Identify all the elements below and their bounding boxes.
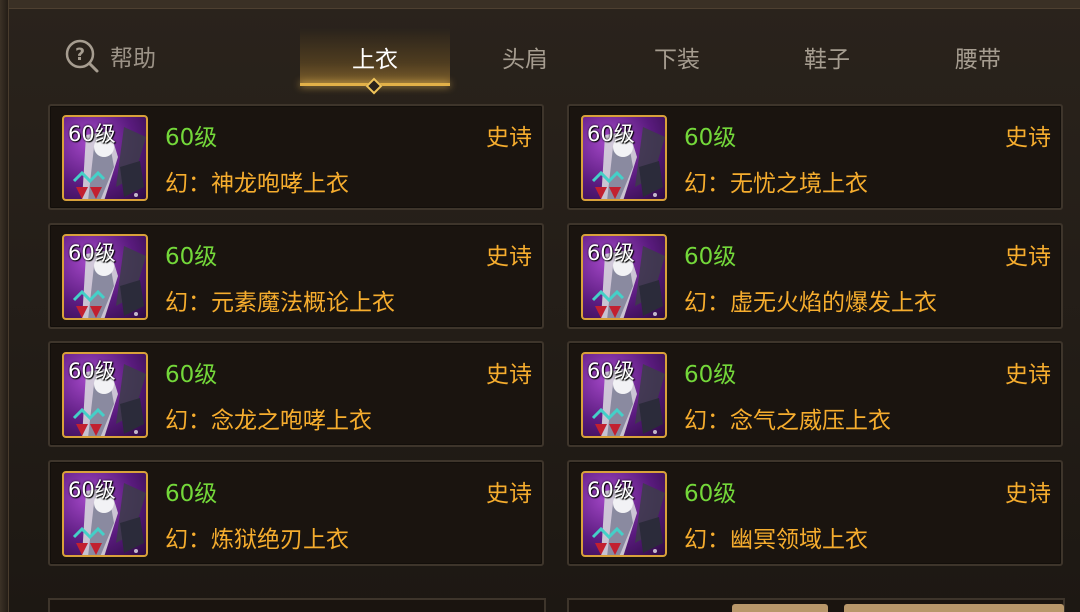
thumbnail-level-label: 60级 <box>587 122 635 146</box>
item-name: 幻：幽冥领域上衣 <box>684 527 868 553</box>
thumbnail-level-label: 60级 <box>68 241 116 265</box>
item-rarity: 史诗 <box>486 362 532 388</box>
item-thumbnail: 60级 <box>62 234 148 320</box>
item-name: 幻：炼狱绝刃上衣 <box>165 527 349 553</box>
item-name: 幻：无忧之境上衣 <box>684 171 868 197</box>
tab-shoulder[interactable]: 头肩 <box>450 28 600 86</box>
item-name: 幻：念气之威压上衣 <box>684 408 891 434</box>
item-name: 幻：神龙咆哮上衣 <box>165 171 349 197</box>
tab-label: 上衣 <box>352 47 398 73</box>
item-level: 60级 <box>165 125 218 151</box>
item-rarity: 史诗 <box>1005 125 1051 151</box>
item-thumbnail: 60级 <box>581 234 667 320</box>
item-card[interactable]: 60级 60级 史诗 幻：念龙之咆哮上衣 <box>48 341 544 447</box>
frame-top-border <box>0 0 1080 9</box>
tab-bottom[interactable]: 下装 <box>602 28 752 86</box>
item-rarity: 史诗 <box>1005 244 1051 270</box>
item-name: 幻：元素魔法概论上衣 <box>165 290 395 316</box>
item-thumbnail: 60级 <box>581 115 667 201</box>
tab-top[interactable]: 上衣 <box>300 28 450 95</box>
bottom-button[interactable] <box>844 604 1064 612</box>
item-card[interactable]: 60级 60级 史诗 幻：幽冥领域上衣 <box>567 460 1063 566</box>
item-rarity: 史诗 <box>1005 481 1051 507</box>
item-level: 60级 <box>684 481 737 507</box>
item-card[interactable]: 60级 60级 史诗 幻：虚无火焰的爆发上衣 <box>567 223 1063 329</box>
thumbnail-level-label: 60级 <box>587 478 635 502</box>
tab-label: 下装 <box>654 47 700 73</box>
tab-belt[interactable]: 腰带 <box>903 28 1053 86</box>
tab-label: 鞋子 <box>804 47 850 73</box>
item-level: 60级 <box>684 362 737 388</box>
item-rarity: 史诗 <box>486 125 532 151</box>
help-icon: ? <box>65 39 99 73</box>
thumbnail-level-label: 60级 <box>68 122 116 146</box>
item-thumbnail: 60级 <box>581 471 667 557</box>
help-label: 帮助 <box>110 46 156 72</box>
frame-left-border <box>0 0 9 612</box>
item-thumbnail: 60级 <box>62 471 148 557</box>
item-level: 60级 <box>684 244 737 270</box>
item-level: 60级 <box>165 244 218 270</box>
item-rarity: 史诗 <box>486 244 532 270</box>
item-rarity: 史诗 <box>1005 362 1051 388</box>
tab-shoes[interactable]: 鞋子 <box>752 28 902 86</box>
item-card[interactable]: 60级 60级 史诗 幻：元素魔法概论上衣 <box>48 223 544 329</box>
item-card[interactable]: 60级 60级 史诗 幻：神龙咆哮上衣 <box>48 104 544 210</box>
help-button[interactable]: ? 帮助 <box>64 36 156 76</box>
bottom-button[interactable] <box>732 604 828 612</box>
item-card[interactable]: 60级 60级 史诗 幻：念气之威压上衣 <box>567 341 1063 447</box>
item-rarity: 史诗 <box>486 481 532 507</box>
item-thumbnail: 60级 <box>581 352 667 438</box>
item-level: 60级 <box>165 362 218 388</box>
item-card[interactable]: 60级 60级 史诗 幻：炼狱绝刃上衣 <box>48 460 544 566</box>
item-card[interactable]: 60级 60级 史诗 幻：无忧之境上衣 <box>567 104 1063 210</box>
item-thumbnail: 60级 <box>62 115 148 201</box>
item-name: 幻：念龙之咆哮上衣 <box>165 408 372 434</box>
item-level: 60级 <box>165 481 218 507</box>
partial-card <box>48 598 546 612</box>
thumbnail-level-label: 60级 <box>68 359 116 383</box>
item-level: 60级 <box>684 125 737 151</box>
thumbnail-level-label: 60级 <box>68 478 116 502</box>
item-name: 幻：虚无火焰的爆发上衣 <box>684 290 937 316</box>
tab-label: 头肩 <box>502 47 548 73</box>
item-thumbnail: 60级 <box>62 352 148 438</box>
svg-text:?: ? <box>75 45 85 65</box>
thumbnail-level-label: 60级 <box>587 241 635 265</box>
tab-label: 腰带 <box>955 47 1001 73</box>
thumbnail-level-label: 60级 <box>587 359 635 383</box>
equipment-slot-tabs: 上衣 头肩 下装 鞋子 腰带 <box>300 28 1060 95</box>
